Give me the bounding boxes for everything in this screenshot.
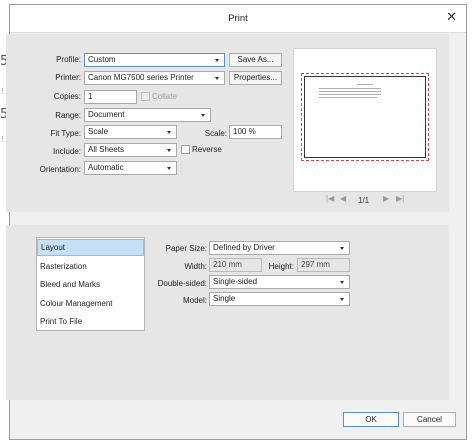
category-bleed-and-marks[interactable]: Bleed and Marks	[37, 276, 144, 293]
double-sided-dropdown[interactable]: Single-sided	[209, 275, 350, 289]
title-bar: Print ✕	[10, 5, 466, 33]
paper-size-dropdown[interactable]: Defined by Driver	[209, 241, 350, 255]
window-title: Print	[228, 13, 248, 24]
save-as-button[interactable]: Save As...	[229, 53, 282, 67]
range-dropdown[interactable]: Document	[84, 108, 211, 122]
preview-page	[301, 73, 429, 161]
page-counter: 1/1	[358, 196, 370, 205]
model-dropdown[interactable]: Single	[209, 292, 350, 306]
height-field: 297 mm	[297, 258, 350, 272]
scale-field[interactable]: 100 %	[229, 125, 282, 139]
category-list: Layout Rasterization Bleed and Marks Col…	[36, 237, 145, 331]
preview-text-line	[319, 91, 381, 92]
reverse-checkbox[interactable]	[181, 145, 190, 154]
previous-page-icon[interactable]: ◀	[340, 194, 346, 203]
printer-dropdown[interactable]: Canon MG7500 series Printer	[84, 71, 225, 85]
reverse-label: Reverse	[192, 145, 222, 154]
range-label: Range:	[55, 111, 81, 120]
profile-label: Profile:	[56, 55, 81, 64]
include-dropdown[interactable]: All Sheets	[84, 143, 177, 157]
printer-label: Printer:	[55, 73, 81, 82]
next-page-icon[interactable]: ▶	[383, 194, 389, 203]
category-rasterization[interactable]: Rasterization	[37, 258, 144, 275]
preview-text-line	[319, 88, 381, 89]
width-field: 210 mm	[209, 258, 262, 272]
height-label: Height:	[268, 262, 294, 271]
close-icon[interactable]: ✕	[446, 10, 457, 26]
copies-field[interactable]: 1	[84, 90, 137, 104]
paper-size-label: Paper Size:	[165, 244, 207, 253]
ok-button[interactable]: OK	[343, 412, 399, 427]
background-mark: ⁝	[1, 87, 4, 97]
preview-page-margin	[304, 76, 426, 158]
fit-type-label: Fit Type:	[50, 129, 81, 138]
include-label: Include:	[52, 147, 81, 156]
collate-label: Collate	[152, 92, 177, 101]
cancel-button[interactable]: Cancel	[403, 412, 456, 427]
properties-button[interactable]: Properties...	[229, 71, 282, 85]
width-label: Width:	[184, 262, 207, 271]
scale-label: Scale:	[204, 129, 227, 138]
category-colour-management[interactable]: Colour Management	[37, 295, 144, 312]
double-sided-label: Double-sided:	[157, 279, 207, 288]
model-label: Model:	[182, 296, 207, 305]
preview-text-line	[319, 97, 377, 98]
category-layout[interactable]: Layout	[37, 239, 144, 256]
fit-type-dropdown[interactable]: Scale	[84, 125, 177, 139]
first-page-icon[interactable]: |◀	[326, 194, 334, 203]
collate-checkbox[interactable]	[141, 92, 150, 101]
preview-text-line	[357, 84, 373, 85]
print-preview	[293, 48, 437, 192]
copies-label: Copies:	[53, 92, 81, 101]
category-print-to-file[interactable]: Print To File	[37, 313, 144, 330]
profile-dropdown[interactable]: Custom	[84, 53, 225, 67]
preview-text-line	[319, 94, 381, 95]
background-mark: ⁝	[1, 135, 4, 145]
orientation-label: Orientation:	[39, 165, 81, 174]
orientation-dropdown[interactable]: Automatic	[84, 161, 177, 175]
last-page-icon[interactable]: ▶|	[396, 194, 404, 203]
